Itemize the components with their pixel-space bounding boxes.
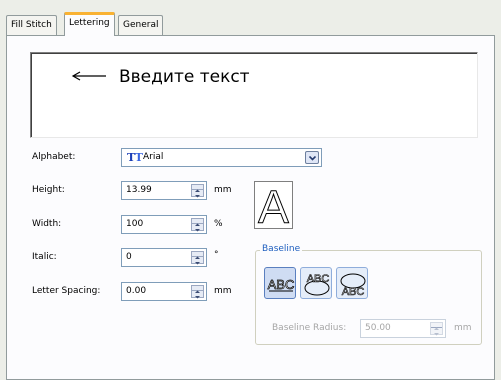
- spin-up-icon[interactable]: [192, 286, 203, 293]
- spinner-buttons[interactable]: [191, 218, 204, 232]
- italic-spinner[interactable]: 0: [121, 248, 207, 267]
- spinner-buttons[interactable]: [430, 322, 443, 336]
- svg-text:ABC: ABC: [268, 277, 295, 292]
- width-label: Width:: [32, 219, 62, 229]
- baseline-circle-button[interactable]: ABC: [336, 267, 368, 299]
- spinner-buttons[interactable]: [191, 285, 204, 299]
- tab-general[interactable]: General: [118, 15, 164, 35]
- italic-unit: °: [214, 250, 219, 260]
- height-value: 13.99: [126, 185, 152, 195]
- tab-fill-stitch[interactable]: Fill Stitch: [6, 15, 57, 35]
- spin-up-icon[interactable]: [192, 252, 203, 259]
- lettering-text-value: Введите текст: [119, 67, 250, 87]
- baseline-radius-value: 50.00: [365, 323, 391, 333]
- letter-spacing-label: Letter Spacing:: [32, 286, 101, 296]
- spin-up-icon[interactable]: [431, 323, 442, 330]
- spin-down-icon[interactable]: [192, 292, 203, 299]
- height-spinner[interactable]: 13.99: [121, 181, 207, 200]
- spin-down-icon[interactable]: [192, 258, 203, 265]
- baseline-group-title: Baseline: [260, 244, 303, 254]
- tab-lettering[interactable]: Lettering: [64, 12, 115, 36]
- italic-value: 0: [126, 252, 132, 262]
- font-preview: A: [254, 181, 293, 234]
- italic-label: Italic:: [32, 252, 57, 262]
- spin-up-icon[interactable]: [192, 185, 203, 192]
- letter-spacing-unit: mm: [214, 286, 232, 296]
- baseline-radius-unit: mm: [454, 323, 472, 333]
- width-spinner[interactable]: 100: [121, 215, 207, 234]
- chevron-down-icon[interactable]: [305, 151, 319, 164]
- baseline-arc-button[interactable]: ABC: [300, 267, 332, 299]
- spin-down-icon[interactable]: [192, 225, 203, 232]
- letter-a-outline-icon: A: [258, 181, 290, 234]
- baseline-straight-button[interactable]: ABC: [264, 267, 296, 299]
- baseline-circle-icon: ABC: [340, 273, 366, 298]
- spin-up-icon[interactable]: [192, 219, 203, 226]
- lettering-text-input[interactable]: Введите текст: [30, 52, 478, 138]
- baseline-radius-spinner[interactable]: 50.00: [360, 319, 446, 338]
- spin-down-icon[interactable]: [192, 191, 203, 198]
- letter-spacing-value: 0.00: [126, 286, 147, 296]
- truetype-font-icon: TT: [127, 151, 143, 164]
- svg-text:ABC: ABC: [307, 273, 330, 285]
- baseline-radius-label: Baseline Radius:: [272, 323, 347, 333]
- left-arrow-icon: [71, 71, 106, 81]
- svg-text:A: A: [258, 182, 289, 228]
- spinner-buttons[interactable]: [191, 184, 204, 198]
- height-label: Height:: [32, 185, 65, 195]
- alphabet-label: Alphabet:: [32, 152, 76, 162]
- width-value: 100: [126, 219, 144, 229]
- spinner-buttons[interactable]: [191, 251, 204, 265]
- baseline-arc-icon: ABC: [304, 273, 330, 296]
- alphabet-select[interactable]: TT Arial: [121, 148, 322, 167]
- width-unit: %: [214, 219, 223, 229]
- spin-down-icon[interactable]: [431, 329, 442, 336]
- baseline-straight-icon: ABC: [267, 277, 295, 293]
- alphabet-value: Arial: [143, 152, 164, 162]
- svg-text:ABC: ABC: [342, 286, 365, 298]
- letter-spacing-spinner[interactable]: 0.00: [121, 282, 207, 301]
- height-unit: mm: [214, 185, 232, 195]
